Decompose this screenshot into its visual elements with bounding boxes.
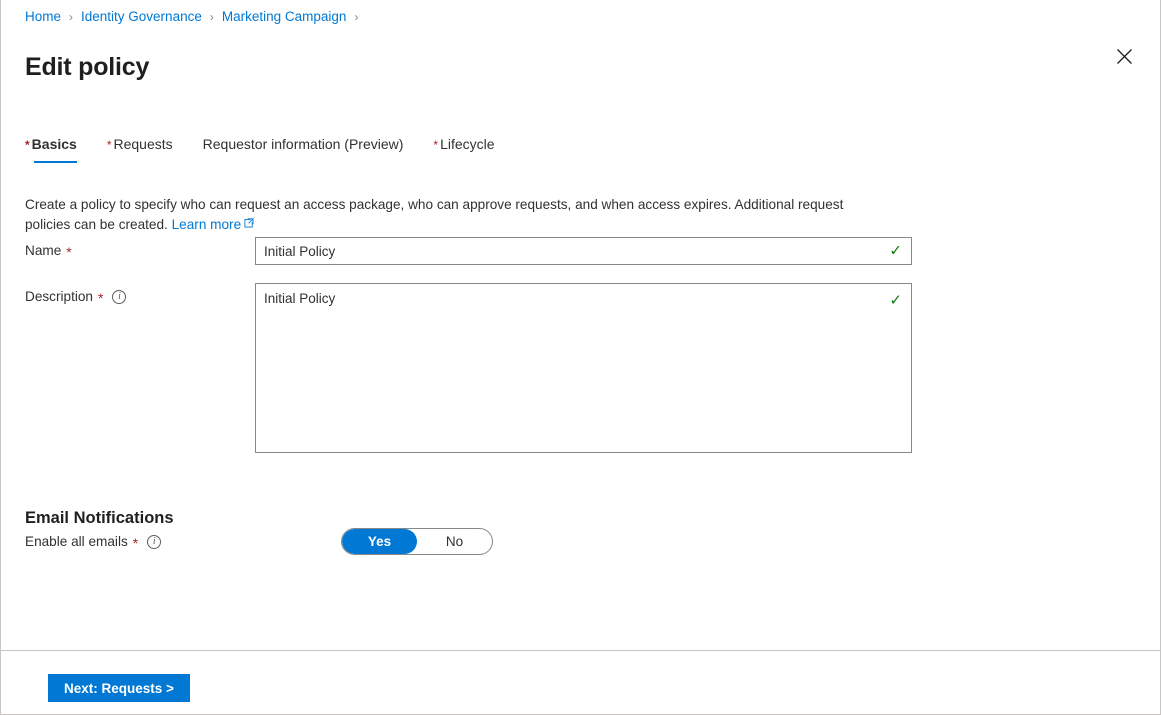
breadcrumb-separator: › (354, 10, 359, 24)
tab-lifecycle[interactable]: * Lifecycle (433, 134, 494, 163)
tab-required-marker: * (433, 138, 439, 152)
close-button[interactable] (1108, 40, 1140, 72)
edit-policy-blade: Home › Identity Governance › Marketing C… (0, 0, 1161, 715)
info-icon[interactable]: i (147, 534, 162, 549)
breadcrumb-item-identity-governance[interactable]: Identity Governance (81, 8, 202, 26)
breadcrumb-separator: › (209, 10, 214, 24)
tab-basics-label: Basics (31, 136, 77, 152)
email-notifications-heading: Email Notifications (25, 508, 174, 527)
toggle-option-no[interactable]: No (417, 529, 492, 554)
external-link-icon (244, 217, 254, 228)
name-label-text: Name (25, 243, 62, 258)
description-label-text: Description (25, 289, 93, 304)
tab-requests[interactable]: * Requests (107, 134, 173, 163)
enable-all-emails-toggle[interactable]: Yes No (341, 528, 493, 555)
breadcrumb: Home › Identity Governance › Marketing C… (25, 8, 366, 26)
intro-description: Create a policy to specify who can reque… (25, 196, 844, 232)
tab-required-marker: * (25, 138, 30, 152)
breadcrumb-separator: › (69, 10, 74, 24)
enable-all-emails-label: Enable all emails * i (25, 534, 162, 551)
breadcrumb-item-home[interactable]: Home (25, 8, 61, 26)
learn-more-link[interactable]: Learn more (172, 217, 255, 232)
footer-divider (1, 650, 1160, 651)
info-icon[interactable]: i (112, 289, 127, 304)
name-input[interactable] (256, 238, 911, 264)
enable-all-emails-required-marker: * (132, 534, 139, 551)
next-requests-button[interactable]: Next: Requests > (48, 674, 190, 702)
name-required-marker: * (66, 243, 72, 260)
tab-active-underline (34, 161, 77, 163)
tab-requestor-information[interactable]: Requestor information (Preview) (203, 134, 404, 163)
tab-list: * Basics * Requests Requestor information … (25, 134, 495, 163)
page-title: Edit policy (25, 52, 150, 81)
description-textarea[interactable] (256, 284, 911, 452)
toggle-option-yes[interactable]: Yes (342, 529, 417, 554)
close-icon (1116, 48, 1132, 64)
tab-required-marker: * (106, 138, 112, 152)
tab-lifecycle-label: Lifecycle (440, 136, 495, 152)
description-field-wrapper: ✓ (255, 283, 912, 453)
breadcrumb-item-marketing-campaign[interactable]: Marketing Campaign (222, 8, 347, 26)
name-label: Name * (25, 243, 72, 260)
name-field-wrapper: ✓ (255, 237, 912, 265)
tab-requests-label: Requests (113, 136, 173, 152)
intro-text: Create a policy to specify who can reque… (25, 195, 870, 235)
tab-basics[interactable]: * Basics (25, 134, 77, 163)
enable-all-emails-label-text: Enable all emails (25, 534, 128, 549)
description-required-marker: * (98, 289, 104, 306)
learn-more-label: Learn more (171, 216, 242, 232)
tab-requestor-information-label: Requestor information (Preview) (202, 136, 404, 152)
description-label: Description * i (25, 289, 127, 306)
